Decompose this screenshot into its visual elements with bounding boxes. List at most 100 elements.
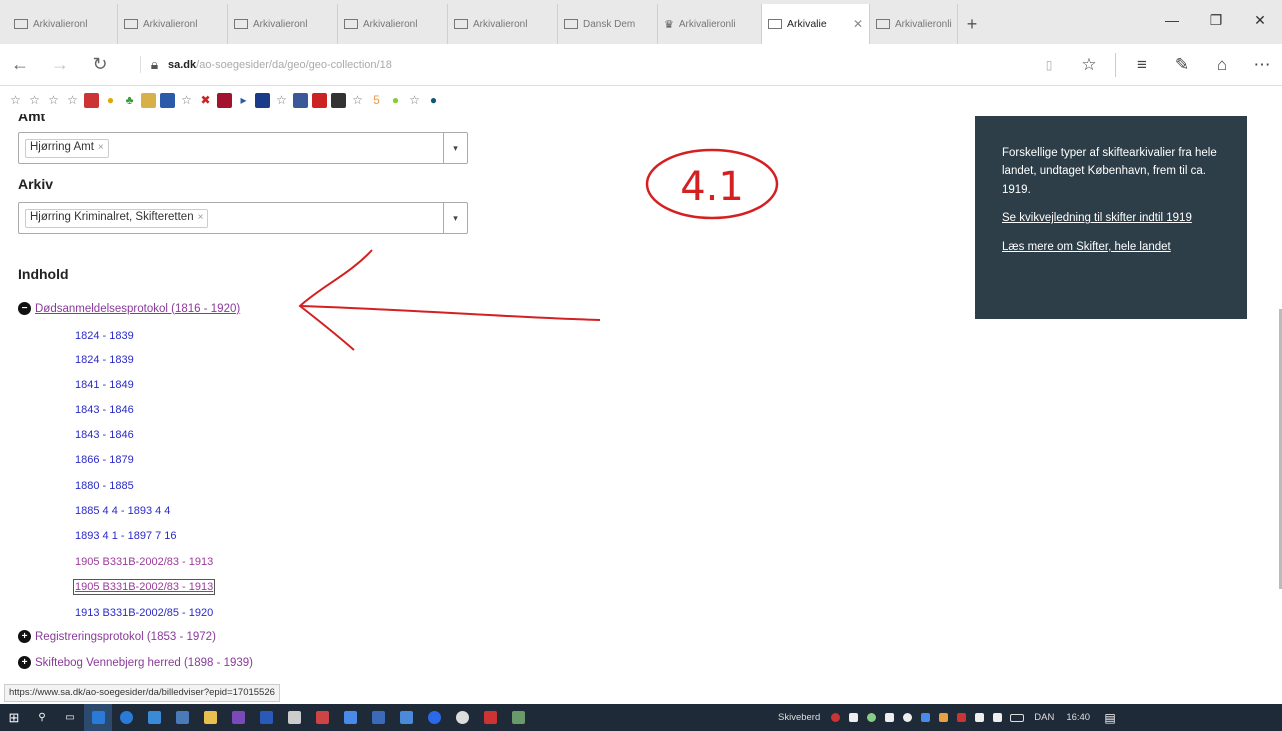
info-link-read-more[interactable]: Læs mere om Skifter, hele landet xyxy=(1002,238,1221,256)
task-view-icon[interactable]: ▭ xyxy=(56,704,84,731)
browser-tab[interactable]: Arkivalieronli xyxy=(870,4,958,44)
sub-item-link[interactable]: 1913 B331B-2002/85 - 1920 xyxy=(75,607,213,619)
reading-view-icon[interactable]: ▯ xyxy=(1029,58,1069,72)
windows-start-icon[interactable]: ⊞ xyxy=(0,704,28,731)
app-icon[interactable] xyxy=(476,704,504,731)
favorite-site-icon[interactable]: ▸ xyxy=(236,93,251,108)
sub-item-link[interactable]: 1893 4 1 - 1897 7 16 xyxy=(75,530,177,542)
app-icon[interactable] xyxy=(364,704,392,731)
app-icon[interactable] xyxy=(504,704,532,731)
tree-item-label[interactable]: Skiftebog Vennebjerg herred (1898 - 1939… xyxy=(35,657,253,669)
remove-chip-icon[interactable]: × xyxy=(198,212,204,223)
network-icon[interactable] xyxy=(970,704,988,731)
amt-select[interactable]: Hjørring Amt × ▾ xyxy=(18,132,468,164)
hub-icon[interactable]: ≡ xyxy=(1122,55,1162,75)
back-arrow-icon[interactable]: ← xyxy=(0,45,40,85)
expand-icon[interactable]: + xyxy=(18,656,31,669)
arkiv-chip[interactable]: Hjørring Kriminalret, Skifteretten × xyxy=(25,209,209,228)
remove-chip-icon[interactable]: × xyxy=(98,142,104,153)
tray-icon[interactable] xyxy=(952,704,970,731)
sub-item-link[interactable]: 1841 - 1849 xyxy=(75,379,134,391)
favorite-site-icon[interactable]: ✖ xyxy=(198,93,213,108)
browser-tab[interactable]: Arkivalieronl xyxy=(118,4,228,44)
sub-item-link[interactable]: 1824 - 1839 xyxy=(75,354,134,366)
favorite-star-icon[interactable]: ☆ xyxy=(274,93,289,108)
search-icon[interactable]: ⚲ xyxy=(28,704,56,731)
favorite-site-icon[interactable] xyxy=(141,92,156,108)
refresh-icon[interactable]: ↻ xyxy=(80,45,120,85)
favorite-star-icon[interactable]: ☆ xyxy=(27,93,42,108)
browser-tab-active[interactable]: Arkivalie ✕ xyxy=(762,4,870,44)
app-icon[interactable] xyxy=(308,704,336,731)
tree-item-expanded[interactable]: − Dødsanmeldelsesprotokol (1816 - 1920) xyxy=(18,302,240,315)
web-note-icon[interactable]: ✎ xyxy=(1162,55,1202,75)
favorite-star-icon[interactable]: ☆ xyxy=(46,93,61,108)
browser-tab[interactable]: Arkivalieronl xyxy=(8,4,118,44)
favorite-star-icon[interactable]: ☆ xyxy=(179,93,194,108)
volume-icon[interactable] xyxy=(988,704,1006,731)
app-icon[interactable] xyxy=(280,704,308,731)
favorite-site-icon[interactable] xyxy=(217,92,232,108)
favorite-site-icon[interactable]: 5 xyxy=(369,93,384,108)
clock-time[interactable]: 16:40 xyxy=(1066,712,1090,723)
sub-item-link[interactable]: 1885 4 4 - 1893 4 4 xyxy=(75,505,170,517)
app-icon[interactable] xyxy=(336,704,364,731)
browser-tab[interactable]: Arkivalieronl xyxy=(338,4,448,44)
app-icon[interactable] xyxy=(448,704,476,731)
close-window-icon[interactable]: ✕ xyxy=(1238,0,1282,40)
more-icon[interactable]: ⋯ xyxy=(1242,55,1282,75)
favorite-star-icon[interactable]: ☆ xyxy=(350,93,365,108)
browser-tab[interactable]: Arkivalieronl xyxy=(448,4,558,44)
favorite-site-icon[interactable] xyxy=(255,92,270,108)
tray-icon[interactable] xyxy=(862,704,880,731)
sub-item-link[interactable]: 1880 - 1885 xyxy=(75,480,134,492)
favorite-site-icon[interactable] xyxy=(84,92,99,108)
sub-item-link-focused[interactable]: 1905 B331B-2002/83 - 1913 xyxy=(72,579,216,595)
address-bar[interactable]: 🔒︎ sa.dk /ao-soegesider/da/geo/geo-colle… xyxy=(140,50,1040,80)
favorite-site-icon[interactable]: ● xyxy=(103,93,118,108)
sub-item-link[interactable]: 1824 - 1839 xyxy=(75,330,134,342)
app-icon[interactable] xyxy=(168,704,196,731)
expand-icon[interactable]: + xyxy=(18,630,31,643)
favorite-site-icon[interactable] xyxy=(331,92,346,108)
sub-item-link[interactable]: 1905 B331B-2002/83 - 1913 xyxy=(75,556,213,568)
favorite-site-icon[interactable]: ● xyxy=(388,93,403,108)
dropdown-arrow-icon[interactable]: ▾ xyxy=(443,133,467,163)
tree-item-collapsed[interactable]: + Registreringsprotokol (1853 - 1972) xyxy=(18,630,216,643)
page-scrollbar[interactable] xyxy=(1276,114,1282,684)
language-indicator[interactable]: DAN xyxy=(1034,712,1054,723)
app-icon[interactable] xyxy=(420,704,448,731)
action-center-icon[interactable]: ▤ xyxy=(1096,704,1124,731)
app-icon[interactable] xyxy=(224,704,252,731)
tray-icon[interactable] xyxy=(844,704,862,731)
favorite-star-icon[interactable]: ☆ xyxy=(8,93,23,108)
favorite-site-icon[interactable]: ● xyxy=(426,93,441,108)
tray-icon[interactable] xyxy=(934,704,952,731)
favorite-site-icon[interactable] xyxy=(160,92,175,108)
tray-icon[interactable] xyxy=(826,704,844,731)
app-icon[interactable] xyxy=(140,704,168,731)
favorite-star-icon[interactable]: ☆ xyxy=(407,93,422,108)
minimize-icon[interactable]: — xyxy=(1150,0,1194,40)
close-tab-icon[interactable]: ✕ xyxy=(853,17,863,31)
tree-item-collapsed[interactable]: + Skiftebog Vennebjerg herred (1898 - 19… xyxy=(18,656,253,669)
collapse-icon[interactable]: − xyxy=(18,302,31,315)
dropdown-arrow-icon[interactable]: ▾ xyxy=(443,203,467,233)
arkiv-select[interactable]: Hjørring Kriminalret, Skifteretten × ▾ xyxy=(18,202,468,234)
forward-arrow-icon[interactable]: → xyxy=(40,45,80,85)
app-icon[interactable] xyxy=(392,704,420,731)
favorite-site-icon[interactable] xyxy=(293,92,308,108)
sub-item-link[interactable]: 1843 - 1846 xyxy=(75,429,134,441)
app-icon[interactable] xyxy=(252,704,280,731)
tray-icon[interactable] xyxy=(880,704,898,731)
browser-tab[interactable]: Dansk Dem xyxy=(558,4,658,44)
tray-icon[interactable] xyxy=(898,704,916,731)
tree-item-label[interactable]: Dødsanmeldelsesprotokol (1816 - 1920) xyxy=(35,303,240,315)
amt-chip[interactable]: Hjørring Amt × xyxy=(25,139,109,158)
info-link-quickguide[interactable]: Se kvikvejledning til skifter indtil 191… xyxy=(1002,209,1221,227)
tree-item-label[interactable]: Registreringsprotokol (1853 - 1972) xyxy=(35,631,216,643)
folder-icon[interactable] xyxy=(196,704,224,731)
sub-item-link[interactable]: 1843 - 1846 xyxy=(75,404,134,416)
favorite-site-icon[interactable] xyxy=(312,92,327,108)
new-tab-button[interactable]: + xyxy=(958,4,986,44)
